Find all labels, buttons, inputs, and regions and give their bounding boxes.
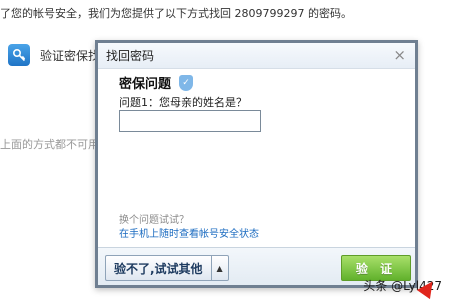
- chevron-up-icon[interactable]: ▲: [210, 256, 228, 280]
- try-another-question-hint: 换个问题试试？: [119, 215, 189, 226]
- section-title-text: 密保问题: [119, 77, 172, 92]
- page-intro-text: 了您的帐号安全，我们为您提供了以下方式找回 2809799297 的密码。: [0, 7, 352, 20]
- dialog-title: 找回密码: [106, 49, 155, 63]
- unavailable-note: 上面的方式都不可用: [0, 138, 99, 151]
- try-other-label: 验不了,试试其他: [114, 261, 203, 276]
- dialog-header: 找回密码 ×: [98, 43, 415, 69]
- section-title: 密保问题 ✓: [119, 73, 194, 92]
- mobile-security-link[interactable]: 在手机上随时查看帐号安全状态: [119, 225, 259, 240]
- security-question: 问题1：您母亲的姓名是？: [119, 96, 247, 109]
- try-other-methods-button[interactable]: 验不了,试试其他 ▲: [105, 255, 229, 281]
- shield-icon: ✓: [179, 74, 194, 91]
- security-option-label: 验证密保找: [40, 48, 101, 63]
- close-icon[interactable]: ×: [393, 48, 406, 63]
- key-icon: [8, 44, 30, 66]
- answer-input[interactable]: [119, 110, 261, 132]
- recover-password-dialog: 找回密码 × 密保问题 ✓ 问题1：您母亲的姓名是？ 换个问题试试？ 在手机上随…: [95, 40, 418, 288]
- security-option[interactable]: 验证密保找: [8, 42, 100, 68]
